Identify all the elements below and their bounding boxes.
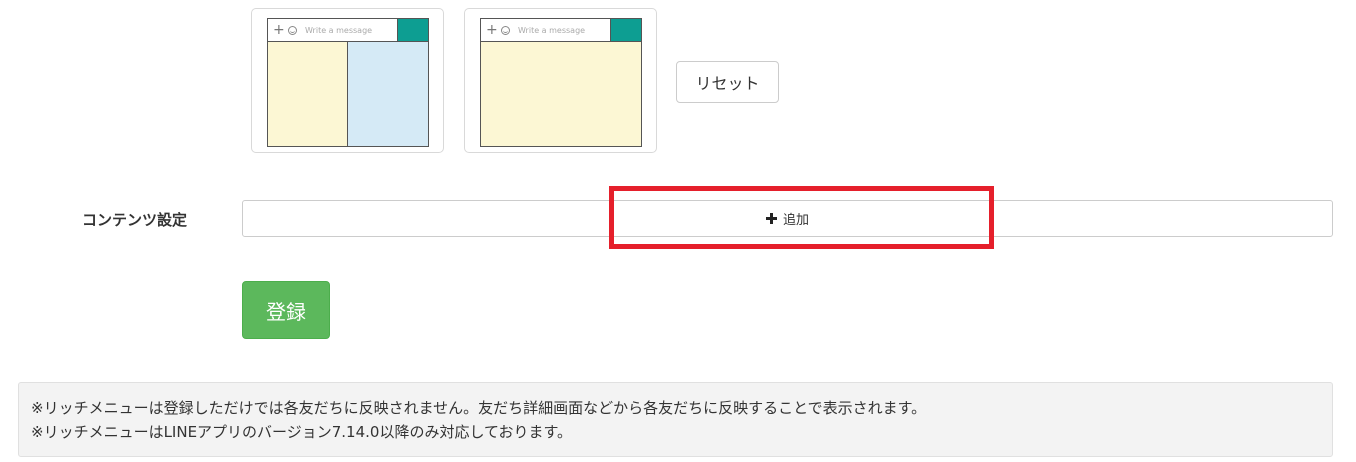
phone-preview: + Write a message [267,18,429,147]
message-placeholder: Write a message [518,25,586,35]
message-placeholder: Write a message [305,25,373,35]
plus-icon: + [273,22,285,38]
layout-option-single[interactable]: + Write a message [464,8,657,153]
plus-icon [765,213,777,224]
menu-area-right [348,42,428,146]
plus-icon: + [486,22,498,38]
register-button[interactable]: 登録 [242,281,330,339]
notice-line: ※リッチメニューはLINEアプリのバージョン7.14.0以降のみ対応しております… [31,423,573,441]
notice-line: ※リッチメニューは登録しただけでは各友だちに反映されません。友だち詳細画面などか… [31,399,927,417]
smiley-icon [501,25,510,35]
send-block [610,19,641,41]
smiley-icon [288,25,297,35]
phone-preview: + Write a message [480,18,642,147]
add-content-button[interactable]: 追加 [242,200,1333,237]
menu-area-full [481,42,641,146]
menu-area-left [268,42,348,146]
add-label: 追加 [782,213,809,228]
send-block [397,19,428,41]
message-bar: + Write a message [481,19,641,42]
content-settings-label: コンテンツ設定 [82,211,188,229]
notice-box: ※リッチメニューは登録しただけでは各友だちに反映されません。友だち詳細画面などか… [18,382,1333,457]
layout-option-two-columns[interactable]: + Write a message [251,8,444,153]
reset-button[interactable]: リセット [676,61,779,103]
message-bar: + Write a message [268,19,428,42]
